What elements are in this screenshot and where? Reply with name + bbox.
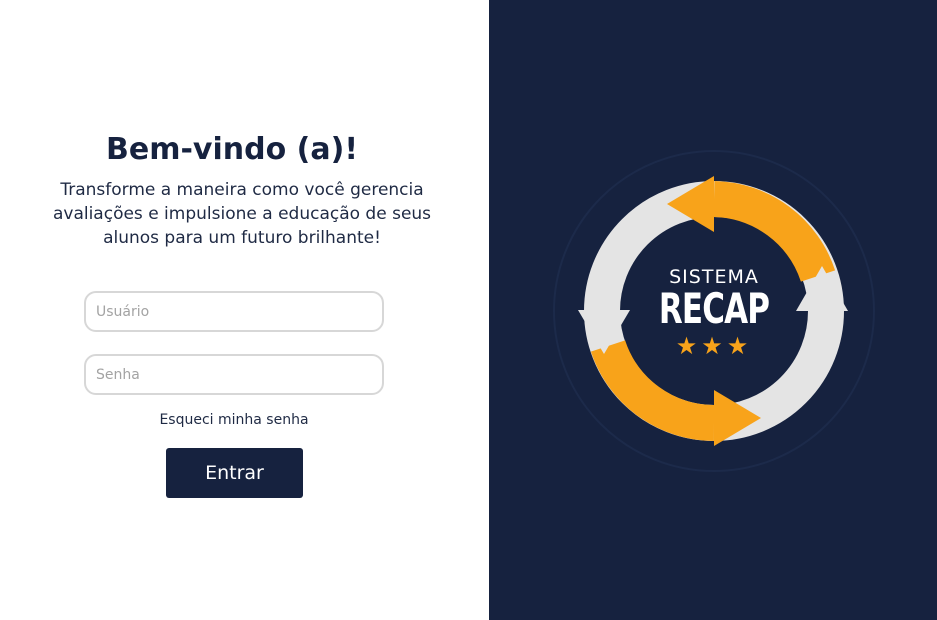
login-button[interactable]: Entrar	[166, 448, 303, 498]
logo-stars-icon: ★★★	[675, 332, 753, 360]
recap-logo: SISTEMA RECAP ★★★	[552, 146, 882, 476]
page-subtitle: Transforme a maneira como você gerencia …	[52, 180, 432, 248]
login-panel: Bem-vindo (a)! Transforme a maneira como…	[0, 0, 489, 620]
password-input[interactable]	[84, 354, 384, 395]
forgot-password-link[interactable]: Esqueci minha senha	[84, 412, 384, 428]
username-input[interactable]	[84, 291, 384, 332]
login-page: Bem-vindo (a)! Transforme a maneira como…	[0, 0, 937, 620]
brand-panel: SISTEMA RECAP ★★★	[489, 0, 937, 620]
logo-line-recap: RECAP	[658, 284, 770, 333]
page-title: Bem-vindo (a)!	[106, 132, 358, 167]
